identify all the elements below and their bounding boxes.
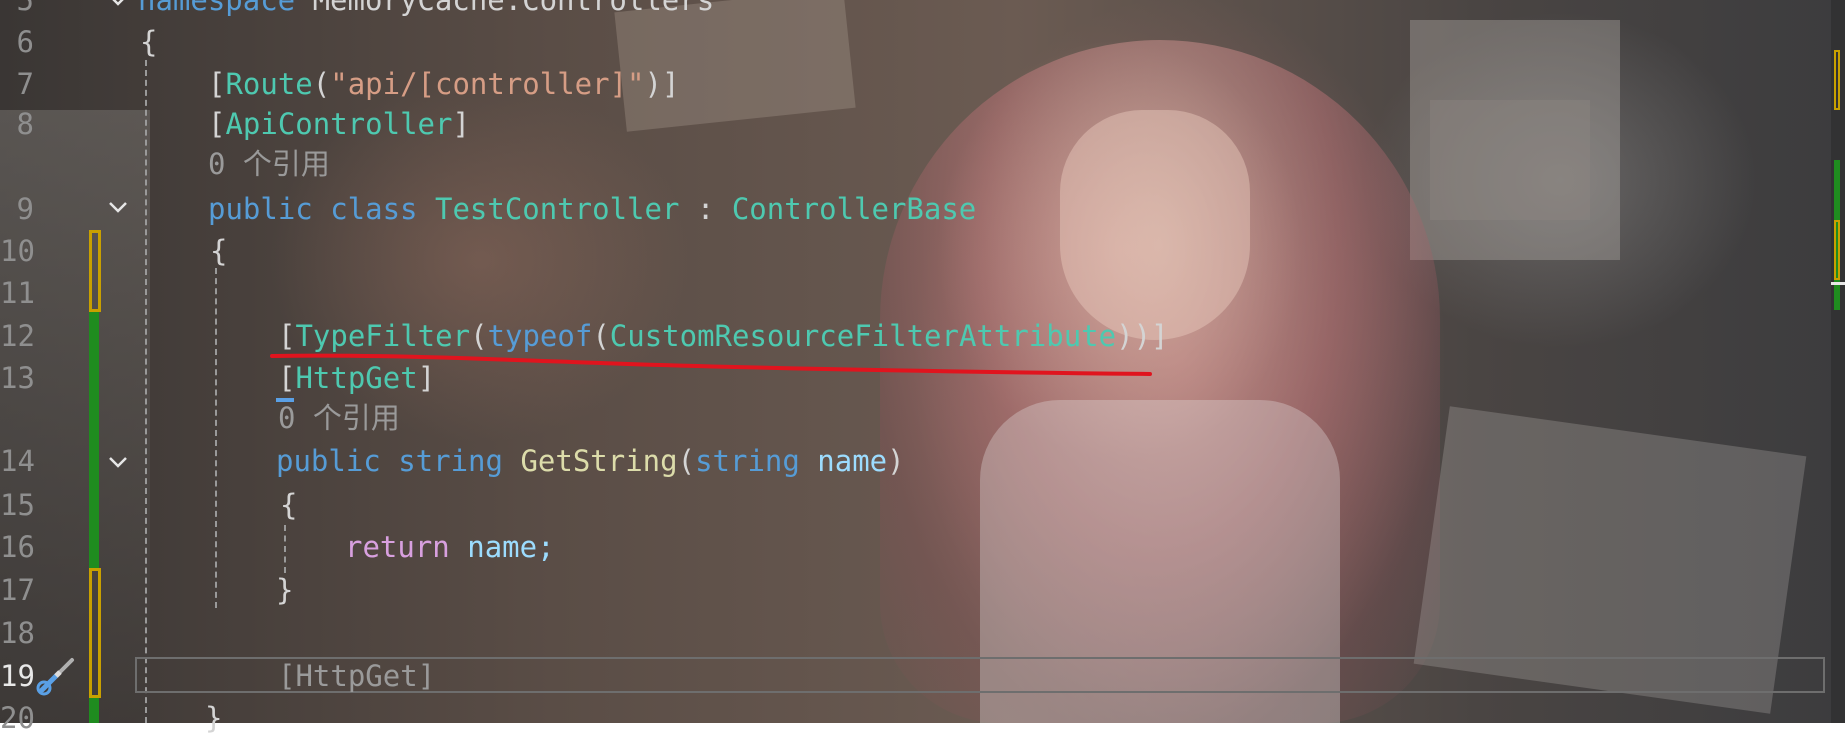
scrollbar-change-marker — [1834, 220, 1840, 280]
paren: ( — [677, 444, 696, 478]
line-number: 16 — [0, 530, 35, 564]
bracket: ] — [452, 107, 470, 141]
change-marker-unsaved — [89, 230, 101, 312]
base-class-name: ControllerBase — [731, 192, 977, 226]
indent-guide — [145, 60, 147, 723]
keyword: public class — [208, 192, 418, 226]
line-number: 13 — [0, 361, 35, 395]
paren: ( — [312, 67, 331, 101]
return-expression: name; — [467, 530, 555, 564]
bracket: [ — [208, 67, 226, 101]
bracket: ] — [417, 659, 436, 693]
code-line[interactable]: { — [210, 233, 227, 269]
code-line[interactable]: } — [205, 700, 222, 736]
line-number: 7 — [16, 67, 34, 101]
bracket: ] — [417, 361, 436, 395]
code-line[interactable]: } — [276, 572, 293, 608]
chevron-down-icon[interactable] — [106, 0, 130, 12]
screwdriver-brush-icon[interactable] — [34, 654, 78, 698]
line-number: 12 — [0, 319, 35, 353]
code-line[interactable]: public class TestController : Controller… — [208, 191, 976, 227]
attribute-name: Route — [225, 67, 313, 101]
indent-guide — [215, 268, 217, 608]
change-marker-unsaved — [89, 568, 101, 698]
line-number: 5 — [16, 0, 34, 17]
line-number: 10 — [0, 234, 35, 268]
code-line[interactable]: [ApiController] — [208, 106, 470, 142]
line-number: 20 — [0, 701, 35, 735]
bracket: [ — [208, 107, 226, 141]
keyword: return — [345, 530, 450, 564]
code-line[interactable]: namespace MemoryCache.Controllers — [138, 0, 714, 18]
code-line[interactable]: public string GetString(string name) — [276, 443, 905, 479]
change-marker-saved — [89, 698, 99, 723]
line-number-current: 19 — [0, 659, 35, 693]
attribute-name: HttpGet — [295, 361, 418, 395]
attribute-name: ApiController — [225, 107, 453, 141]
bracket: [ — [278, 361, 296, 395]
codelens-reference-hint[interactable]: 0 个引用 — [278, 400, 400, 436]
string-literal: "api/[controller]" — [330, 67, 645, 101]
vertical-scrollbar[interactable] — [1831, 0, 1845, 723]
method-name: GetString — [520, 444, 678, 478]
code-line[interactable]: { — [280, 487, 297, 523]
code-line[interactable]: [HttpGet] — [278, 360, 435, 396]
line-number: 18 — [0, 616, 35, 650]
chevron-down-icon[interactable] — [106, 450, 130, 474]
class-name: TestController — [434, 192, 680, 226]
scrollbar-change-marker — [1834, 50, 1840, 110]
line-number: 11 — [0, 276, 35, 310]
line-number: 6 — [16, 25, 34, 59]
scrollbar-position-marker — [1831, 282, 1845, 285]
keyword: string — [695, 444, 800, 478]
parameter-name: name — [817, 444, 888, 478]
code-line[interactable]: [HttpGet] — [278, 658, 435, 694]
code-editor[interactable]: 5 6 7 8 9 10 11 12 13 14 15 16 17 18 19 … — [0, 0, 1845, 735]
paren: )] — [644, 67, 680, 101]
indent-guide — [284, 525, 286, 573]
separator: : — [679, 192, 732, 226]
change-marker-saved — [89, 312, 99, 568]
line-number: 15 — [0, 488, 35, 522]
code-line[interactable]: { — [140, 24, 157, 60]
line-number: 17 — [0, 573, 35, 607]
keyword: namespace — [138, 0, 296, 17]
line-number: 14 — [0, 444, 35, 478]
chevron-down-icon[interactable] — [106, 195, 130, 219]
line-number: 8 — [16, 107, 34, 141]
keyword: public string — [276, 444, 503, 478]
codelens-reference-hint[interactable]: 0 个引用 — [208, 146, 330, 182]
code-line[interactable]: [Route("api/[controller]")] — [208, 66, 679, 102]
paren: ) — [887, 444, 905, 478]
code-line[interactable]: return name; — [345, 529, 555, 565]
line-number: 9 — [16, 192, 34, 226]
namespace-name: MemoryCache.Controllers — [295, 0, 715, 17]
attribute-name: HttpGet — [295, 659, 418, 693]
bracket: [ — [278, 659, 296, 693]
